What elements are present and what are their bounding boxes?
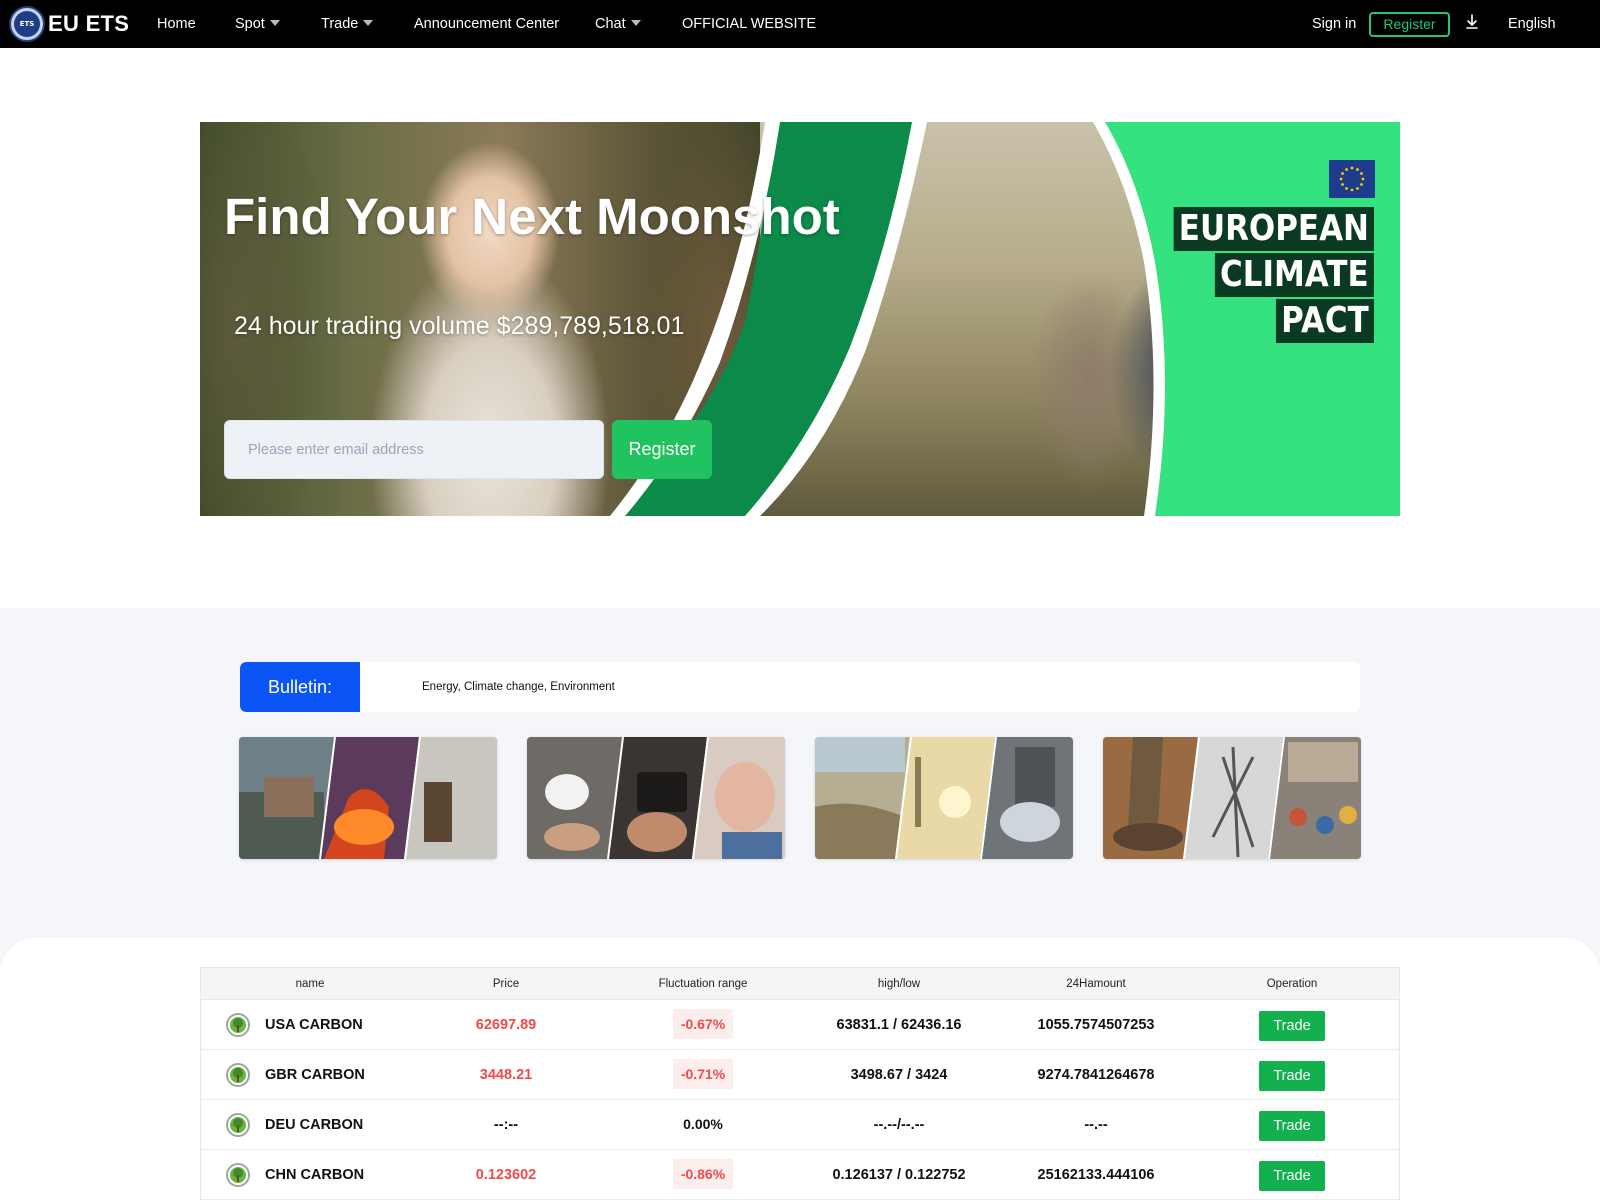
market-row[interactable]: GBR CARBON 3448.21 -0.71% 3498.67 / 3424… [201, 1050, 1399, 1100]
market-row[interactable]: DEU CARBON --:-- 0.00% --.--/--.-- --.--… [201, 1100, 1399, 1150]
coin-24h-amount: --.-- [1084, 1117, 1108, 1133]
coin-change: -0.67% [672, 1009, 734, 1039]
coin-change-cell: -0.67% [605, 1000, 801, 1050]
nav-chat-label: Chat [595, 16, 626, 32]
nav-home-label: Home [157, 16, 196, 32]
brand-logo-icon: ETS [9, 6, 45, 42]
coin-change: -0.86% [672, 1159, 734, 1189]
pact-title-line-1: EUROPEAN [1173, 207, 1374, 251]
coin-price: 0.123602 [475, 1167, 537, 1183]
coin-24h-amount: 25162133.444106 [1037, 1167, 1155, 1183]
coin-24h-amount: 9274.7841264678 [1037, 1067, 1155, 1083]
news-thumbnail-4[interactable] [1103, 737, 1361, 859]
market-row[interactable]: USA CARBON 62697.89 -0.67% 63831.1 / 624… [201, 1000, 1399, 1050]
caret-down-icon [363, 20, 374, 26]
nav-official-website[interactable]: OFFICIAL WEBSITE [682, 0, 816, 48]
nav-chat[interactable]: Chat [595, 0, 641, 48]
market-table-header: name Price Fluctuation range high/low 24… [201, 968, 1399, 1000]
header-operation: Operation [1266, 978, 1318, 990]
header-price: Price [492, 978, 520, 990]
nav-announcement-center[interactable]: Announcement Center [414, 0, 559, 48]
coin-high-low: 3498.67 / 3424 [850, 1067, 948, 1083]
trade-button[interactable]: Trade [1259, 1161, 1325, 1191]
coin-high-low: 0.126137 / 0.122752 [832, 1167, 966, 1183]
coin-change-cell: 0.00% [605, 1100, 801, 1150]
news-thumbnail-2[interactable] [527, 737, 785, 859]
coin-price: --:-- [493, 1117, 519, 1133]
trade-button[interactable]: Trade [1259, 1111, 1325, 1141]
nav-announcement-label: Announcement Center [414, 16, 560, 32]
coin-price: 3448.21 [479, 1067, 533, 1083]
coin-price: 62697.89 [475, 1017, 537, 1033]
coin-name: GBR CARBON [265, 1067, 365, 1083]
coin-name: DEU CARBON [265, 1117, 364, 1133]
language-selector[interactable]: English [1508, 0, 1556, 48]
nav-register-label: Register [1383, 16, 1436, 32]
nav-spot[interactable]: Spot [235, 0, 280, 48]
coin-high-low: --.--/--.-- [873, 1117, 925, 1133]
nav-trade[interactable]: Trade [321, 0, 374, 48]
coin-name: USA CARBON [265, 1017, 363, 1033]
top-nav-bar: ETS EU ETS Home Spot Trade Announcement … [0, 0, 1600, 48]
bulletin-text[interactable]: Energy, Climate change, Environment [422, 662, 615, 712]
header-high-low: high/low [877, 978, 921, 990]
pact-title-line-3: PACT [1276, 299, 1374, 343]
coin-change-cell: -0.86% [605, 1150, 801, 1200]
hero-title: Find Your Next Moonshot [224, 188, 840, 245]
market-table: name Price Fluctuation range high/low 24… [200, 967, 1400, 1200]
language-label: English [1508, 16, 1556, 32]
coin-change: 0.00% [683, 1116, 723, 1132]
header-fluctuation: Fluctuation range [658, 978, 748, 990]
nav-official-website-label: OFFICIAL WEBSITE [682, 16, 817, 32]
coin-24h-amount: 1055.7574507253 [1037, 1017, 1155, 1033]
tree-coin-icon [226, 1013, 250, 1037]
nav-home[interactable]: Home [157, 0, 196, 48]
coin-name: CHN CARBON [265, 1167, 365, 1183]
tree-coin-icon [226, 1163, 250, 1187]
caret-down-icon [269, 20, 280, 26]
sign-in-link[interactable]: Sign in [1312, 0, 1356, 48]
coin-change: -0.71% [672, 1059, 734, 1089]
trade-button[interactable]: Trade [1259, 1061, 1325, 1091]
brand-logo-text: ETS [19, 20, 35, 28]
news-thumbnail-3[interactable] [815, 737, 1073, 859]
eu-flag-icon [1329, 160, 1375, 198]
email-input[interactable] [224, 420, 604, 479]
caret-down-icon [630, 20, 641, 26]
tree-coin-icon [226, 1063, 250, 1087]
brand[interactable]: ETS EU ETS [9, 6, 129, 42]
header-24h-amount: 24Hamount [1066, 978, 1126, 990]
hero-banner: EUROPEAN CLIMATE PACT Find Your Next Moo… [200, 122, 1400, 516]
trade-button[interactable]: Trade [1259, 1011, 1325, 1041]
market-row[interactable]: CHN CARBON 0.123602 -0.86% 0.126137 / 0.… [201, 1150, 1399, 1200]
download-icon[interactable] [1465, 13, 1479, 33]
tree-coin-icon [226, 1113, 250, 1137]
coin-change-cell: -0.71% [605, 1050, 801, 1100]
bulletin-bar: Bulletin: Energy, Climate change, Enviro… [240, 662, 1360, 712]
header-name: name [295, 978, 325, 990]
nav-trade-label: Trade [321, 16, 359, 32]
nav-spot-label: Spot [235, 16, 265, 32]
hero-register-button[interactable]: Register [612, 420, 712, 479]
news-thumbnail-1[interactable] [239, 737, 497, 859]
hero-trading-volume: 24 hour trading volume $289,789,518.01 [234, 312, 685, 340]
coin-high-low: 63831.1 / 62436.16 [836, 1017, 962, 1033]
brand-name: EU ETS [48, 11, 130, 36]
pact-title-line-2: CLIMATE [1215, 253, 1374, 297]
nav-register-button[interactable]: Register [1369, 12, 1450, 37]
bulletin-label: Bulletin: [240, 662, 360, 712]
sign-in-label: Sign in [1312, 16, 1357, 32]
